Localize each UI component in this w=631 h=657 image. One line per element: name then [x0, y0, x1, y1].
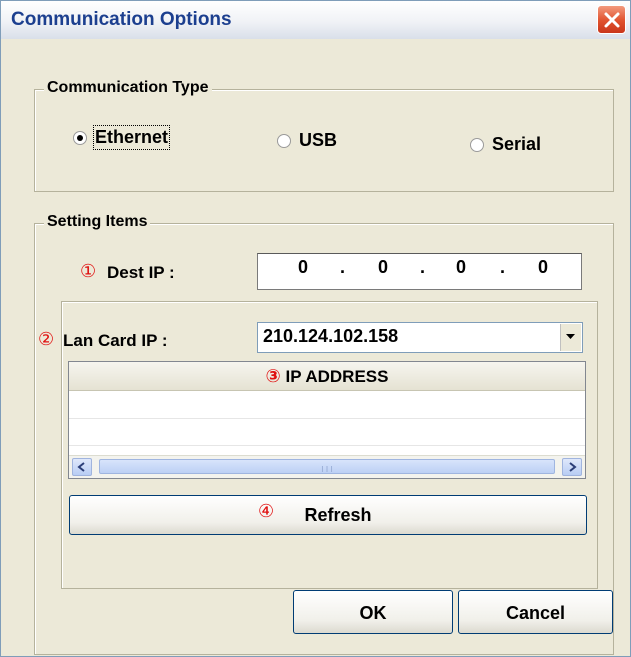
list-item[interactable]: [69, 392, 585, 419]
marker-3: ③: [265, 366, 281, 387]
dest-ip-octet-2: 0: [378, 257, 389, 277]
list-item[interactable]: [69, 419, 585, 446]
cancel-button[interactable]: Cancel: [458, 590, 613, 634]
dest-ip-octet-1: 0: [298, 257, 309, 277]
marker-2: ②: [38, 329, 55, 350]
cancel-label: Cancel: [505, 603, 566, 623]
dialog-body: Communication Type Ethernet USB Serial S…: [1, 39, 630, 656]
radio-button: [277, 134, 291, 148]
ip-address-header-label: IP ADDRESS: [285, 367, 389, 386]
dest-ip-octet-3: 0: [456, 257, 467, 277]
horizontal-scrollbar[interactable]: [69, 455, 585, 478]
dest-ip-label: Dest IP :: [107, 263, 175, 282]
scroll-right-button[interactable]: [562, 458, 582, 476]
chevron-down-icon: [566, 334, 575, 339]
dest-ip-dot-2: .: [420, 257, 426, 277]
marker-1: ①: [80, 261, 97, 282]
radio-usb-label: USB: [299, 130, 338, 150]
radio-ethernet[interactable]: Ethernet: [73, 125, 203, 151]
chevron-left-icon: [77, 462, 85, 472]
radio-serial[interactable]: Serial: [470, 134, 570, 158]
scroll-thumb[interactable]: [99, 459, 555, 474]
radio-ethernet-label: Ethernet: [92, 125, 171, 150]
dropdown-button[interactable]: [560, 324, 581, 351]
close-button[interactable]: [597, 5, 626, 34]
ip-address-header-content: ③ IP ADDRESS: [69, 366, 585, 387]
ip-address-list[interactable]: ③ IP ADDRESS: [68, 361, 586, 479]
window-title: Communication Options: [11, 9, 232, 30]
lan-card-ip-value: 210.124.102.158: [263, 326, 399, 346]
radio-usb[interactable]: USB: [277, 130, 367, 154]
dest-ip-dot-3: .: [500, 257, 506, 277]
radio-button: [470, 138, 484, 152]
radio-button: [73, 131, 87, 145]
communication-type-label: Communication Type: [44, 79, 212, 97]
chevron-right-icon: [569, 462, 577, 472]
scroll-left-button[interactable]: [72, 458, 92, 476]
dest-ip-input[interactable]: 0 . 0 . 0 . 0: [257, 253, 582, 290]
communication-options-dialog: Communication Options Communication Type…: [0, 0, 631, 657]
ok-button[interactable]: OK: [293, 590, 453, 634]
dest-ip-octet-4: 0: [538, 257, 549, 277]
ok-label: OK: [359, 603, 387, 623]
close-icon: [604, 12, 620, 28]
refresh-button[interactable]: ④ Refresh: [69, 495, 587, 535]
refresh-label: Refresh: [304, 505, 372, 525]
lan-card-ip-label: Lan Card IP :: [63, 331, 168, 350]
radio-dot: [77, 135, 83, 141]
title-bar[interactable]: Communication Options: [1, 1, 630, 39]
dest-ip-dot-1: .: [340, 257, 346, 277]
setting-items-label: Setting Items: [44, 213, 151, 231]
lan-card-ip-dropdown[interactable]: 210.124.102.158: [257, 322, 583, 353]
radio-serial-label: Serial: [492, 134, 542, 154]
ip-address-column-header[interactable]: ③ IP ADDRESS: [69, 362, 585, 391]
grip-icon: [321, 466, 333, 472]
